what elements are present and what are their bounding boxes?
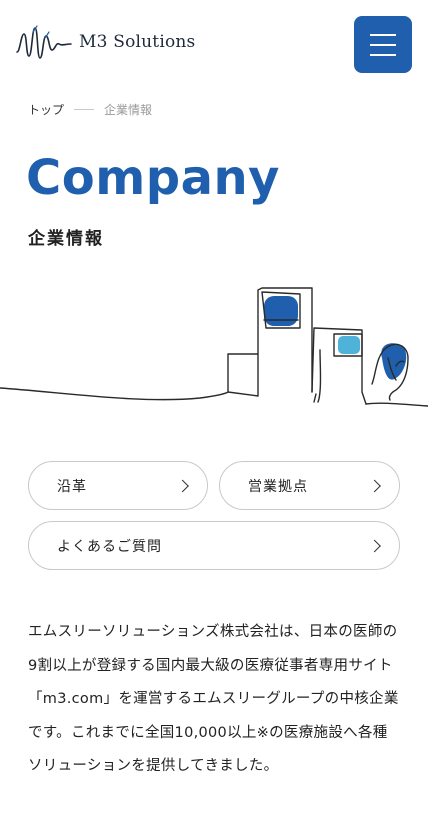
history-label: 沿革 (57, 478, 87, 495)
logo-wave-icon (16, 25, 72, 59)
breadcrumb-current: 企業情報 (104, 103, 153, 117)
offices-label: 営業拠点 (248, 478, 308, 495)
chevron-right-icon (368, 479, 381, 492)
menu-line (370, 33, 396, 36)
hamburger-menu-button[interactable] (354, 16, 412, 73)
breadcrumb: トップ 企業情報 (28, 101, 152, 118)
faq-label: よくあるご質問 (57, 538, 162, 555)
logo-text: M3 Solutions (79, 32, 196, 52)
company-intro-text: エムスリーソリューションズ株式会社は、日本の医師の9割以上が登録する国内最大級の… (28, 624, 399, 774)
menu-line (370, 43, 396, 46)
city-line-illustration (0, 287, 428, 407)
page-subtitle: 企業情報 (28, 229, 104, 249)
menu-line (370, 53, 396, 56)
history-link-button[interactable]: 沿革 (28, 461, 208, 510)
faq-link-button[interactable]: よくあるご質問 (28, 521, 400, 570)
chevron-right-icon (368, 539, 381, 552)
page-title: Company (26, 150, 280, 206)
chevron-right-icon (176, 479, 189, 492)
site-logo[interactable]: M3 Solutions (15, 22, 215, 62)
breadcrumb-separator (74, 109, 95, 110)
offices-link-button[interactable]: 営業拠点 (219, 461, 400, 510)
site-header: M3 Solutions (0, 0, 428, 80)
breadcrumb-home-link[interactable]: トップ (28, 101, 64, 118)
